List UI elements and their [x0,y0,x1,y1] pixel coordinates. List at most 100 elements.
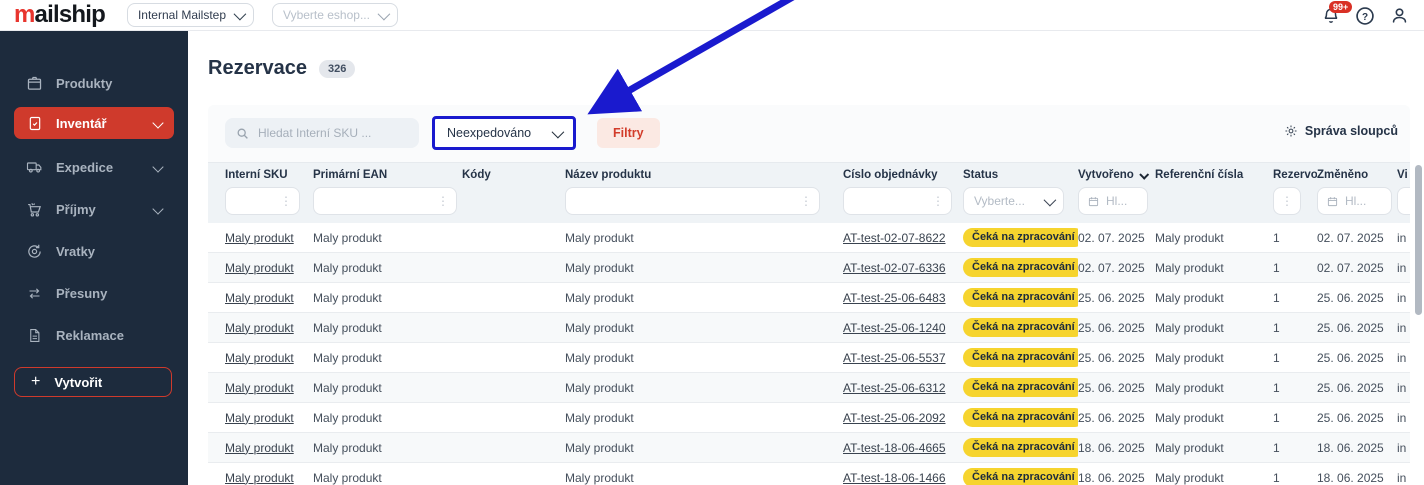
product-link[interactable]: Maly produkt [225,471,294,485]
cell-vi: in [1397,231,1410,245]
filter-cell-zmeneno: Hl... [1317,187,1397,215]
status-badge: Čeká na zpracování [963,468,1078,485]
product-link[interactable]: Maly produkt [225,261,294,275]
status-badge: Čeká na zpracování [963,228,1078,246]
product-link[interactable]: Maly produkt [225,381,294,395]
column-header-ref[interactable]: Referenční čísla [1155,169,1273,181]
filter-select-status[interactable]: Vyberte... [963,187,1064,215]
column-header-zmeneno[interactable]: Změněno [1317,169,1397,181]
gear-icon [1284,124,1298,138]
cell-vytvoreno: 18. 06. 2025 [1078,471,1155,485]
table-header-band: Interní SKUPrimární EANKódyNázev produkt… [208,162,1410,223]
account-select[interactable]: Internal Mailstep [127,3,254,27]
sidebar-item-vratky[interactable]: Vratky [14,235,174,267]
filter-input-nazev[interactable]: ⋮ [565,187,820,215]
table-row: Maly produktMaly produktMaly produktAT-t… [208,343,1410,373]
cell-order: AT-test-25-06-6312 [843,381,963,395]
eshop-select[interactable]: Vyberte eshop... [272,3,398,27]
help-button[interactable]: ? [1354,5,1376,27]
filter-input-vi[interactable] [1397,187,1410,215]
page-header: Rezervace 326 [208,57,1424,80]
order-link[interactable]: AT-test-25-06-1240 [843,321,946,335]
sidebar-item-prijmy[interactable]: Příjmy [14,193,174,225]
sidebar-item-expedice[interactable]: Expedice [14,151,174,183]
filter-input-ean[interactable]: ⋮ [313,187,457,215]
status-badge: Čeká na zpracování [963,408,1078,426]
filter-cell-status: Vyberte... [963,187,1078,215]
cell-status: Čeká na zpracování [963,288,1078,306]
create-button[interactable]: + Vytvořit [14,367,172,397]
filter-cell-vi [1397,187,1410,215]
cell-ref: Maly produkt [1155,351,1273,365]
cell-vi: in [1397,261,1410,275]
status-badge: Čeká na zpracování [963,258,1078,276]
cell-rez: 1 [1273,231,1317,245]
sidebar-item-label: Expedice [56,160,113,175]
sidebar-item-inventar[interactable]: Inventář [14,107,174,139]
filters-button[interactable]: Filtry [597,118,660,148]
product-link[interactable]: Maly produkt [225,441,294,455]
column-header-sku[interactable]: Interní SKU [225,169,313,181]
filter-cell-sku: ⋮ [225,187,313,215]
notifications-button[interactable]: 99+ [1320,5,1342,27]
cell-rez: 1 [1273,321,1317,335]
sidebar-item-presuny[interactable]: Přesuny [14,277,174,309]
cell-sku: Maly produkt [225,411,313,425]
vertical-scrollbar[interactable] [1415,165,1422,315]
cell-status: Čeká na zpracování [963,378,1078,396]
order-link[interactable]: AT-test-25-06-5537 [843,351,946,365]
chevron-down-icon [552,125,565,138]
column-header-order[interactable]: Číslo objednávky [843,169,963,181]
filter-input-order[interactable]: ⋮ [843,187,952,215]
sidebar-item-produkty[interactable]: Produkty [14,67,174,99]
filter-cell-vytvoreno: Hl... [1078,187,1155,215]
order-link[interactable]: AT-test-25-06-2092 [843,411,946,425]
product-link[interactable]: Maly produkt [225,231,294,245]
order-link[interactable]: AT-test-25-06-6483 [843,291,946,305]
order-link[interactable]: AT-test-25-06-6312 [843,381,946,395]
kebab-icon: ⋮ [932,194,944,208]
cell-ean: Maly produkt [313,321,462,335]
column-header-vi[interactable]: Vi [1397,169,1410,181]
sort-desc-icon[interactable] [1139,169,1149,179]
cell-order: AT-test-25-06-5537 [843,351,963,365]
product-link[interactable]: Maly produkt [225,411,294,425]
product-link[interactable]: Maly produkt [225,291,294,305]
sidebar-item-label: Reklamace [56,328,124,343]
order-link[interactable]: AT-test-18-06-1466 [843,471,946,485]
column-header-rez[interactable]: Rezervova [1273,169,1317,181]
search-input[interactable]: Hledat Interní SKU ... [225,118,419,148]
cell-ean: Maly produkt [313,471,462,485]
filter-date-vytvoreno[interactable]: Hl... [1078,187,1148,215]
column-header-status[interactable]: Status [963,169,1078,181]
filter-input-rez[interactable]: ⋮ [1273,187,1301,215]
order-link[interactable]: AT-test-02-07-8622 [843,231,946,245]
search-placeholder: Hledat Interní SKU ... [258,126,371,140]
order-link[interactable]: AT-test-02-07-6336 [843,261,946,275]
manage-columns-button[interactable]: Správa sloupců [1284,124,1398,138]
notification-count-badge: 99+ [1329,1,1352,14]
column-header-kody[interactable]: Kódy [462,169,565,181]
column-header-nazev[interactable]: Název produktu [565,169,843,181]
cell-order: AT-test-18-06-1466 [843,471,963,485]
cell-rez: 1 [1273,291,1317,305]
sidebar-item-reklamace[interactable]: Reklamace [14,319,174,351]
filter-date-zmeneno[interactable]: Hl... [1317,187,1392,215]
calendar-icon [1327,196,1338,207]
product-link[interactable]: Maly produkt [225,351,294,365]
product-link[interactable]: Maly produkt [225,321,294,335]
column-header-ean[interactable]: Primární EAN [313,169,462,181]
column-header-vytvoreno[interactable]: Vytvořeno [1078,169,1155,181]
cell-ean: Maly produkt [313,411,462,425]
expedition-status-select[interactable]: Neexpedováno [432,116,576,150]
filter-input-sku[interactable]: ⋮ [225,187,300,215]
order-link[interactable]: AT-test-18-06-4665 [843,441,946,455]
user-menu-button[interactable] [1388,5,1410,27]
chevron-down-icon [152,117,163,128]
create-button-label: Vytvořit [54,375,102,390]
cell-zmeneno: 25. 06. 2025 [1317,321,1397,335]
cell-vi: in [1397,291,1410,305]
cell-order: AT-test-18-06-4665 [843,441,963,455]
cell-nazev: Maly produkt [565,411,843,425]
filter-cell-ean: ⋮ [313,187,462,215]
